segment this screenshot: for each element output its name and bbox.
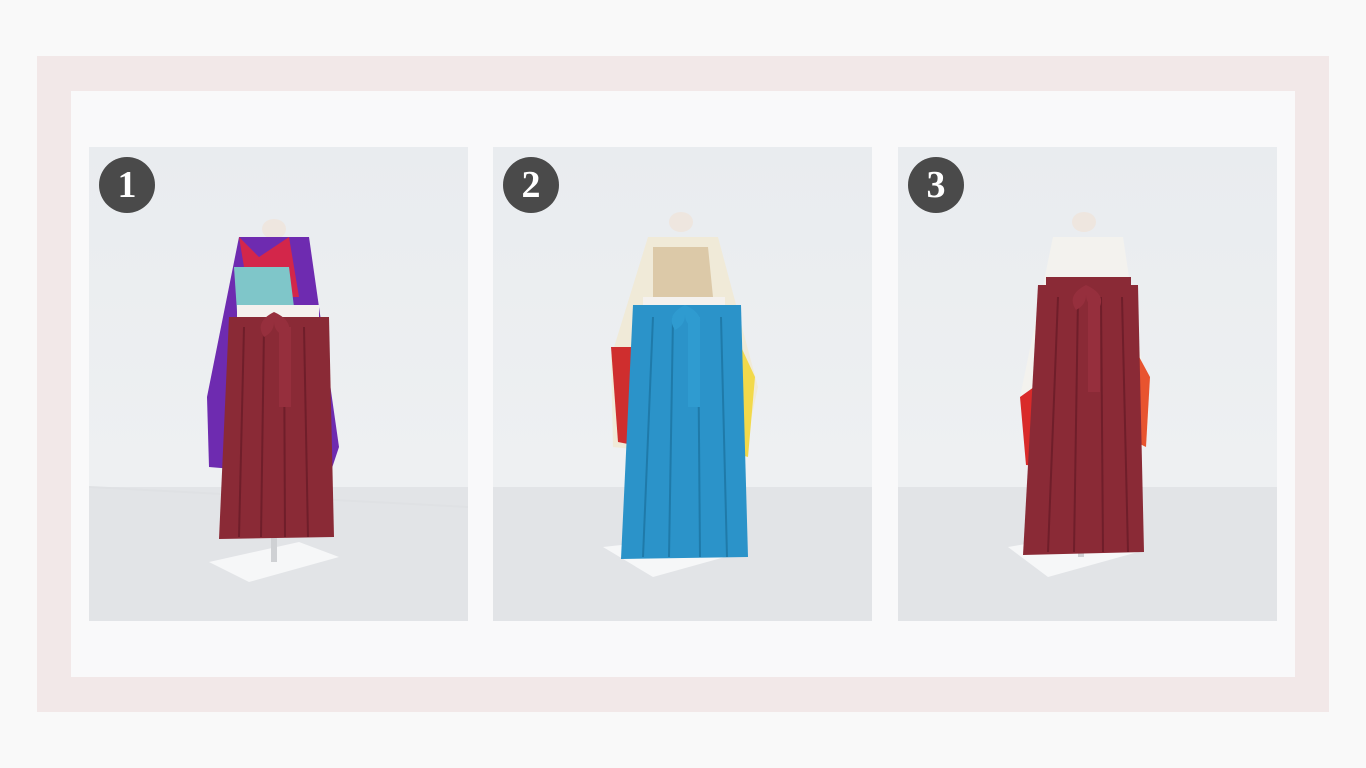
hakama-set-2-illustration xyxy=(493,212,872,621)
outfit-number-badge-1: 1 xyxy=(99,157,155,213)
hakama-set-1-illustration xyxy=(89,219,468,621)
outfit-photo-2: 2 xyxy=(493,147,872,621)
outfit-photo-3: 3 xyxy=(898,147,1277,621)
outfit-number-badge-3: 3 xyxy=(908,157,964,213)
outfit-photo-1: 1 xyxy=(89,147,468,621)
outfit-number-badge-2: 2 xyxy=(503,157,559,213)
hakama-set-3-illustration xyxy=(898,212,1277,621)
